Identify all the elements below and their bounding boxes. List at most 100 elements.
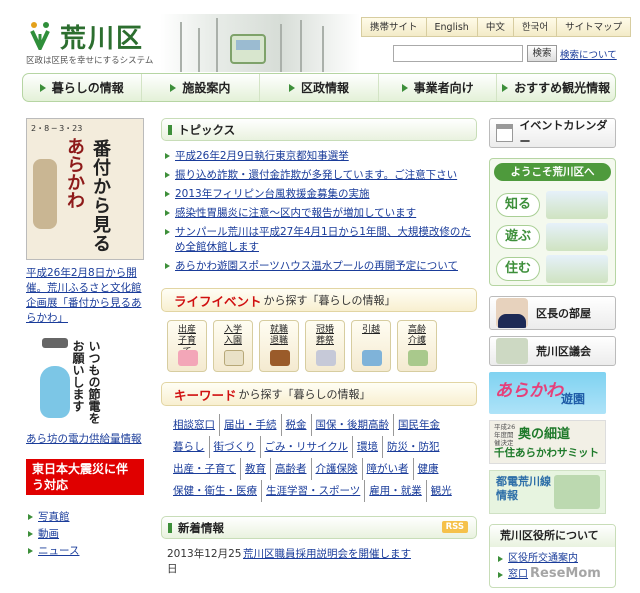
- keyword-link[interactable]: 雇用・就業: [365, 480, 427, 502]
- keyword-row: 出産・子育て 教育 高齢者 介護保険 障がい者 健康: [169, 458, 477, 480]
- keyword-link[interactable]: 観光: [427, 480, 456, 502]
- mayor-room-button[interactable]: 区長の部屋: [489, 296, 616, 330]
- keyword-link[interactable]: 生涯学習・スポーツ: [262, 480, 366, 502]
- briefcase-icon: [270, 350, 290, 366]
- arrow-right-icon: [401, 83, 408, 92]
- keyword-link[interactable]: ごみ・リサイクル: [261, 436, 353, 458]
- life-birth-childcare-button[interactable]: 出産子育て: [167, 320, 207, 372]
- right-column: イベントカレンダー ようこそ荒川区へ 知る 遊ぶ 住む 区長の部屋 荒川区議会 …: [489, 118, 616, 588]
- rss-button[interactable]: RSS: [441, 521, 468, 533]
- ward-assembly-button[interactable]: 荒川区議会: [489, 336, 616, 366]
- arrow-right-icon: [288, 83, 295, 92]
- mobile-site-link[interactable]: 携帯サイト: [361, 17, 427, 37]
- welcome-live-button[interactable]: 住む: [496, 257, 540, 281]
- arakawa-yuen-banner[interactable]: あらかわ 遊園: [489, 372, 606, 414]
- list-item: 感染性胃腸炎に注意～区内で報告が増加しています: [161, 206, 477, 221]
- moving-truck-icon: [362, 350, 382, 366]
- okuno-hosomichi-banner[interactable]: 平成26年度開催決定 奥の細道 千住あらかわサミット: [489, 420, 606, 464]
- arakawa-logo-icon: [30, 22, 50, 50]
- poster-figure-image: [33, 159, 57, 229]
- watermark: ReseMom: [530, 566, 601, 581]
- keyword-link[interactable]: 障がい者: [363, 458, 414, 480]
- news-link[interactable]: ニュース: [38, 545, 79, 557]
- life-school-entry-button[interactable]: 入学入園: [213, 320, 253, 372]
- list-item: 平成26年2月9日執行東京都知事選挙: [161, 149, 477, 164]
- keyword-link[interactable]: 介護保険: [312, 458, 363, 480]
- korean-link[interactable]: 한국어: [512, 17, 558, 37]
- welcome-play-button[interactable]: 遊ぶ: [496, 225, 540, 249]
- keyword-link[interactable]: 出産・子育て: [169, 458, 241, 480]
- topic-link[interactable]: 振り込め詐欺・還付金詐欺が多発しています。ご注意下さい: [175, 169, 457, 181]
- traffic-signal-icon: [42, 338, 68, 348]
- keyword-link[interactable]: 防災・防犯: [383, 436, 444, 458]
- logo-tagline: 区政は区民を幸せにするシステム: [26, 56, 154, 66]
- header-banner-image: [160, 14, 360, 72]
- nav-facilities[interactable]: 施設案内: [142, 74, 261, 101]
- access-link[interactable]: 区役所交通案内: [508, 553, 578, 564]
- arabou-mascot-icon: [40, 366, 70, 418]
- search-help-link[interactable]: 検索について: [560, 47, 617, 61]
- earthquake-response-banner[interactable]: 東日本大震災に伴う対応: [26, 459, 144, 495]
- baby-bottle-icon: [178, 350, 198, 366]
- keyword-link[interactable]: 街づくり: [210, 436, 261, 458]
- keyword-link[interactable]: 国民年金: [394, 414, 444, 436]
- toden-arakawa-banner[interactable]: 都電荒川線情報: [489, 470, 606, 514]
- photo-gallery-link[interactable]: 写真館: [38, 511, 70, 523]
- tram-image: [554, 475, 600, 509]
- welcome-play-image: [546, 223, 608, 251]
- keyword-link[interactable]: 暮らし: [169, 436, 210, 458]
- keyword-link[interactable]: 教育: [241, 458, 271, 480]
- list-item: 写真館: [26, 509, 146, 526]
- power-supply-link[interactable]: あら坊の電力供給量情報: [26, 432, 146, 447]
- keyword-heading: キーワード から探す「暮らしの情報」: [161, 382, 477, 406]
- nav-living-info[interactable]: 暮らしの情報: [23, 74, 142, 101]
- keyword-link[interactable]: 高齢者: [271, 458, 312, 480]
- topic-link[interactable]: 平成26年2月9日執行東京都知事選挙: [175, 150, 349, 162]
- keyword-link[interactable]: 保健・衛生・医療: [169, 480, 262, 502]
- list-item: 2013年フィリピン台風救援金募集の実施: [161, 187, 477, 202]
- topic-link[interactable]: あらかわ遊園スポーツハウス温水プールの再開予定について: [175, 260, 458, 272]
- left-column: 2・8 ─ 3・23 あらかわ 番付から見る 平成26年2月8日から開催。荒川ふ…: [26, 118, 146, 560]
- topic-link[interactable]: 感染性胃腸炎に注意～区内で報告が増加しています: [175, 207, 416, 219]
- exhibition-link[interactable]: 平成26年2月8日から開催。荒川ふるさと文化館企画展「番付から見るあらかわ」: [26, 266, 146, 326]
- arrow-right-icon: [170, 83, 177, 92]
- keyword-link[interactable]: 届出・手続: [220, 414, 282, 436]
- keyword-link[interactable]: 環境: [353, 436, 383, 458]
- news-item-link[interactable]: 荒川区職員採用説明会を開催します: [243, 547, 411, 577]
- life-elderly-care-button[interactable]: 高齢介護: [397, 320, 437, 372]
- power-saving-banner[interactable]: いつもの節電をお願いします: [38, 338, 118, 426]
- poster-title-b: あらかわ: [64, 137, 85, 209]
- search-input[interactable]: [393, 45, 523, 62]
- exhibition-poster[interactable]: 2・8 ─ 3・23 あらかわ 番付から見る: [26, 118, 144, 260]
- event-calendar-button[interactable]: イベントカレンダー: [489, 118, 616, 148]
- nav-business[interactable]: 事業者向け: [379, 74, 498, 101]
- video-link[interactable]: 動画: [38, 528, 59, 540]
- list-item: サンパール荒川は平成27年4月1日から1年間、大規模改修のため全館休館します: [161, 225, 477, 255]
- welcome-live-image: [546, 255, 608, 283]
- list-item: 振り込め詐欺・還付金詐欺が多発しています。ご注意下さい: [161, 168, 477, 183]
- list-item: 動画: [26, 526, 146, 543]
- list-item: あらかわ遊園スポーツハウス温水プールの再開予定について: [161, 259, 477, 274]
- topic-link[interactable]: 2013年フィリピン台風救援金募集の実施: [175, 188, 370, 200]
- welcome-know-button[interactable]: 知る: [496, 193, 540, 217]
- keyword-link[interactable]: 税金: [282, 414, 312, 436]
- nav-government[interactable]: 区政情報: [260, 74, 379, 101]
- power-saving-text: いつもの節電をお願いします: [71, 340, 101, 424]
- site-logo[interactable]: 荒川区 区政は区民を幸せにするシステム: [26, 16, 166, 68]
- keyword-link[interactable]: 健康: [414, 458, 443, 480]
- life-moving-button[interactable]: 引越: [351, 320, 391, 372]
- life-ceremonies-button[interactable]: 冠婚葬祭: [305, 320, 345, 372]
- topics-list: 平成26年2月9日執行東京都知事選挙 振り込め詐欺・還付金詐欺が多発しています。…: [161, 149, 477, 274]
- poster-dates: 2・8 ─ 3・23: [31, 124, 83, 133]
- counter-link[interactable]: 窓口: [508, 569, 528, 580]
- english-link[interactable]: English: [425, 17, 478, 37]
- chinese-link[interactable]: 中文: [476, 17, 514, 37]
- sitemap-link[interactable]: サイトマップ: [556, 17, 632, 37]
- keyword-link[interactable]: 国保・後期高齢: [312, 414, 394, 436]
- nav-tourism[interactable]: おすすめ観光情報: [497, 74, 615, 101]
- keyword-link[interactable]: 相談窓口: [169, 414, 220, 436]
- topic-link[interactable]: サンパール荒川は平成27年4月1日から1年間、大規模改修のため全館休館します: [175, 226, 471, 253]
- school-icon: [224, 350, 244, 366]
- search-button[interactable]: 検索: [527, 45, 557, 62]
- life-employment-button[interactable]: 就職退職: [259, 320, 299, 372]
